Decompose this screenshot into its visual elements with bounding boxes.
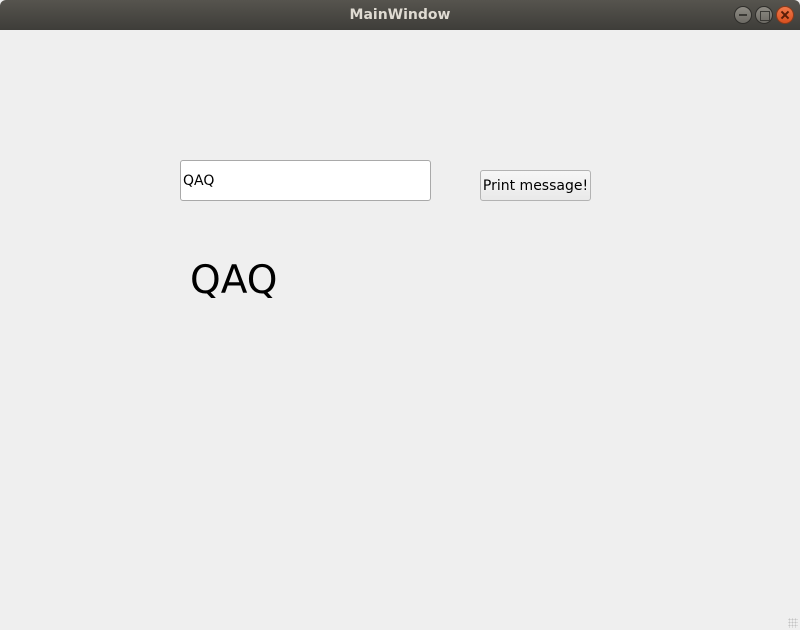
message-input[interactable] xyxy=(180,160,431,201)
close-icon xyxy=(777,7,793,23)
close-button[interactable] xyxy=(776,6,794,24)
main-window: MainWindow Print message! QAQ xyxy=(0,0,800,630)
window-controls xyxy=(734,6,794,24)
maximize-button[interactable] xyxy=(755,6,773,24)
window-title: MainWindow xyxy=(349,7,451,23)
minimize-button[interactable] xyxy=(734,6,752,24)
minimize-icon xyxy=(735,7,751,23)
title-bar[interactable]: MainWindow xyxy=(0,0,800,30)
output-label: QAQ xyxy=(190,258,278,303)
print-message-button[interactable]: Print message! xyxy=(480,170,591,201)
maximize-icon xyxy=(756,7,772,23)
resize-grip[interactable] xyxy=(788,618,798,628)
